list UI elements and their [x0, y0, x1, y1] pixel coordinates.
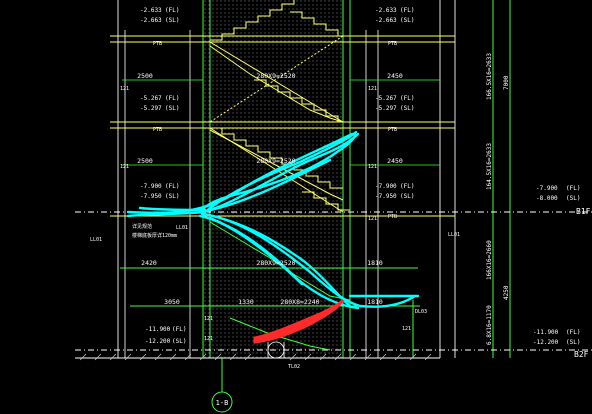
- axis-bubble: 1-B: [211, 391, 233, 413]
- stair-label-4: 280X8=2240: [280, 298, 319, 306]
- svg-text:(SL): (SL): [165, 105, 179, 112]
- elev-right-3-sl: -7.950: [375, 193, 397, 200]
- svg-text:(FL): (FL): [165, 7, 179, 14]
- elev-left-3-sl: -7.950: [140, 193, 162, 200]
- svg-text:PTB: PTB: [388, 41, 397, 47]
- svg-text:121: 121: [120, 86, 129, 92]
- svg-text:(SL): (SL): [172, 338, 186, 345]
- vdim-4: 6.8X16=1170: [486, 305, 493, 345]
- axis-label: 1-B: [216, 399, 229, 407]
- elev-left-4-fl: -11.900: [145, 326, 171, 333]
- svg-text:(FL): (FL): [566, 185, 580, 192]
- dim-right-4: 1810: [367, 298, 383, 306]
- dim-right-2: 2450: [387, 157, 403, 165]
- svg-text:LL01: LL01: [90, 237, 102, 243]
- elev-right-5-fl: -11.900: [533, 329, 559, 336]
- svg-text:121: 121: [120, 164, 129, 170]
- stair-label-1: 280X9=2520: [256, 72, 295, 80]
- elev-right-4-fl: -7.900: [536, 185, 558, 192]
- vertical-dimension-text: 166.5X16=2633 164.5X16=2633 166X16=2660 …: [486, 53, 510, 345]
- svg-text:PTB: PTB: [153, 127, 162, 133]
- svg-text:121: 121: [204, 336, 213, 342]
- svg-text:(FL): (FL): [400, 7, 414, 14]
- dim-left-4: 3050: [164, 298, 180, 306]
- elev-left-1-sl: -2.663: [140, 17, 162, 24]
- elev-left-2-sl: -5.297: [140, 105, 162, 112]
- dim-left-2: 2500: [137, 157, 153, 165]
- elev-left-4-sl: -12.200: [145, 338, 171, 345]
- elev-right-2-sl: -5.297: [375, 105, 397, 112]
- svg-text:(SL): (SL): [566, 195, 580, 202]
- svg-text:(SL): (SL): [400, 105, 414, 112]
- dim-left-3: 2420: [141, 259, 157, 267]
- svg-text:TL02: TL02: [288, 364, 300, 370]
- vdim-6: 4250: [503, 285, 510, 300]
- level-tag-b2f: B2F: [574, 350, 589, 359]
- svg-text:121: 121: [204, 316, 213, 322]
- elev-right-2-fl: -5.267: [375, 95, 397, 102]
- vdim-2: 164.5X16=2633: [486, 143, 493, 190]
- svg-text:(FL): (FL): [400, 95, 414, 102]
- svg-text:(SL): (SL): [400, 17, 414, 24]
- elev-left-3-fl: -7.900: [140, 183, 162, 190]
- svg-text:(SL): (SL): [400, 193, 414, 200]
- notes: 详见规范 楼梯底板厚详120mm: [132, 223, 177, 239]
- svg-text:PTB: PTB: [153, 41, 162, 47]
- vdim-3: 166X16=2660: [486, 240, 493, 280]
- note-1: 详见规范: [132, 223, 152, 230]
- elev-right-4-sl: -8.000: [536, 195, 558, 202]
- svg-text:PTB: PTB: [388, 214, 397, 220]
- svg-text:121: 121: [402, 326, 411, 332]
- svg-text:121: 121: [368, 164, 377, 170]
- vdim-1: 166.5X16=2633: [486, 53, 493, 100]
- dim-left-1: 2500: [137, 72, 153, 80]
- svg-text:(SL): (SL): [566, 339, 580, 346]
- elev-right-5-sl: -12.200: [533, 339, 559, 346]
- dim-right-1: 2450: [387, 72, 403, 80]
- svg-text:DL03: DL03: [415, 309, 427, 315]
- side-level-tags: B1F B2F: [574, 207, 591, 359]
- svg-text:121: 121: [368, 86, 377, 92]
- elev-right-3-fl: -7.900: [375, 183, 397, 190]
- svg-text:LL01: LL01: [448, 232, 460, 238]
- note-2: 楼梯底板厚详120mm: [132, 232, 177, 239]
- svg-text:(FL): (FL): [165, 95, 179, 102]
- svg-text:PTB: PTB: [388, 127, 397, 133]
- svg-text:(SL): (SL): [165, 17, 179, 24]
- level-tag-b1f: B1F: [576, 207, 591, 216]
- stair-label-2: 280X9=2520: [256, 157, 295, 165]
- elevation-labels-left: -2.633 (FL) -2.663 (SL) -5.267 (FL) -5.2…: [140, 7, 186, 345]
- svg-text:121: 121: [368, 216, 377, 222]
- svg-text:(FL): (FL): [172, 326, 186, 333]
- svg-text:(SL): (SL): [165, 193, 179, 200]
- vdim-5: 7000: [503, 75, 510, 90]
- svg-text:(FL): (FL): [566, 329, 580, 336]
- elev-left-2-fl: -5.267: [140, 95, 162, 102]
- elev-left-1-fl: -2.633: [140, 7, 162, 14]
- svg-text:(FL): (FL): [165, 183, 179, 190]
- stair-label-3: 280X9=2520: [256, 259, 295, 267]
- cad-stair-section: -2.633 (FL) -2.663 (SL) -5.267 (FL) -5.2…: [75, 0, 592, 413]
- svg-text:LL01: LL01: [176, 225, 188, 231]
- svg-text:(FL): (FL): [400, 183, 414, 190]
- dim-right-3: 1810: [367, 259, 383, 267]
- elev-right-1-fl: -2.633: [375, 7, 397, 14]
- dim-mid-1: 1330: [238, 298, 254, 306]
- elev-right-1-sl: -2.663: [375, 17, 397, 24]
